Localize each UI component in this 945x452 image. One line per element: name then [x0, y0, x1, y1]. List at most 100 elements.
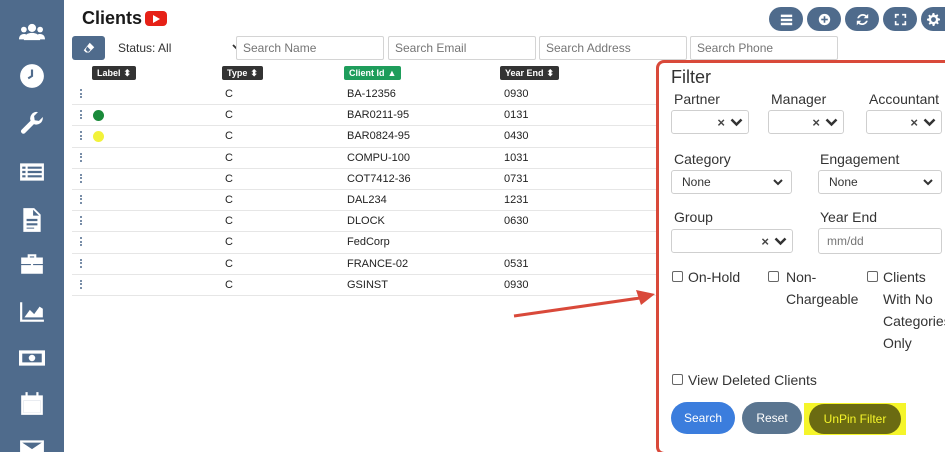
cell-client-id: GSINST — [347, 278, 388, 291]
row-menu-icon[interactable] — [80, 173, 83, 184]
cell-year-end: 1031 — [504, 151, 529, 164]
row-menu-icon[interactable] — [80, 237, 83, 247]
row-menu-icon[interactable] — [80, 131, 83, 141]
table-row[interactable]: C BAR0211-95 0131 — [72, 105, 662, 127]
document-icon — [23, 208, 41, 232]
row-menu-icon[interactable] — [80, 194, 83, 205]
youtube-play-icon[interactable] — [145, 11, 168, 26]
cell-type: C — [225, 130, 233, 143]
cell-client-id: BA-12356 — [347, 88, 396, 100]
cell-type: C — [225, 193, 233, 206]
sidebar-item-reports[interactable] — [0, 292, 64, 332]
table-row[interactable]: C BAR0824-95 0430 — [72, 126, 662, 148]
cell-client-id: BAR0824-95 — [347, 130, 410, 143]
chevron-down-icon — [773, 179, 783, 186]
table-row[interactable]: C DLOCK 0630 — [72, 211, 662, 233]
list-view-button[interactable] — [769, 7, 803, 31]
clear-icon[interactable]: × — [812, 115, 820, 130]
table-header: Label ⬍ Type ⬍ Client Id ▲ Year End ⬍ — [72, 62, 662, 84]
manager-select[interactable]: × — [768, 110, 844, 134]
chevron-down-icon — [923, 179, 933, 186]
row-menu-icon[interactable] — [80, 216, 83, 226]
filter-panel: Filter Partner Manager Accountant × × × … — [656, 60, 945, 452]
status-select[interactable]: Status: All — [112, 36, 248, 60]
cell-year-end: 1231 — [504, 193, 529, 206]
sidebar-item-calendar[interactable] — [0, 384, 64, 424]
money-icon — [19, 350, 45, 366]
chevron-down-icon — [774, 237, 787, 246]
clear-icon[interactable]: × — [761, 234, 769, 249]
sidebar-item-mail[interactable] — [0, 428, 64, 452]
cell-client-id: FedCorp — [347, 236, 390, 249]
sidebar-item-list[interactable] — [0, 152, 64, 192]
unpin-filter-button[interactable]: UnPin Filter — [809, 404, 901, 434]
table-row[interactable]: C COT7412-36 0731 — [72, 169, 662, 190]
search-name-input[interactable] — [236, 36, 384, 60]
clear-icon[interactable]: × — [910, 115, 918, 130]
table-row[interactable]: C BA-12356 0930 — [72, 84, 662, 106]
group-select[interactable]: × — [671, 229, 793, 253]
view-deleted-checkbox[interactable] — [672, 374, 683, 385]
partner-select[interactable]: × — [671, 110, 749, 134]
search-phone-input[interactable] — [690, 36, 838, 60]
list-icon — [780, 14, 792, 25]
plus-icon — [818, 13, 830, 25]
sidebar-item-tools[interactable] — [0, 104, 64, 144]
category-select[interactable]: None — [671, 170, 792, 194]
non-chargeable-label-line1: Non- — [786, 269, 817, 285]
sidebar-item-time[interactable] — [0, 56, 64, 96]
sidebar-item-engagements[interactable] — [0, 244, 64, 284]
category-select-value: None — [682, 175, 711, 189]
accountant-select[interactable]: × — [866, 110, 942, 134]
fullscreen-button[interactable] — [883, 7, 917, 31]
clear-search-button[interactable] — [72, 36, 105, 60]
cell-year-end: 0731 — [504, 172, 529, 185]
row-menu-icon[interactable] — [80, 89, 83, 99]
row-menu-icon[interactable] — [80, 258, 83, 269]
group-label: Group — [674, 209, 713, 225]
cell-type: C — [225, 172, 233, 185]
accountant-label: Accountant — [869, 91, 940, 107]
table-row[interactable]: C DAL234 1231 — [72, 190, 662, 212]
column-header-client-id[interactable]: Client Id ▲ — [344, 66, 402, 80]
year-end-input[interactable] — [818, 228, 942, 254]
users-icon — [19, 23, 45, 41]
row-menu-icon[interactable] — [80, 279, 83, 290]
engagement-select[interactable]: None — [818, 170, 942, 194]
table-row[interactable]: C FRANCE-02 0531 — [72, 254, 662, 275]
sidebar-item-documents[interactable] — [0, 200, 64, 240]
eraser-icon — [83, 42, 94, 53]
table-row[interactable]: C FedCorp — [72, 232, 662, 254]
cell-client-id: FRANCE-02 — [347, 257, 409, 270]
search-button[interactable]: Search — [671, 402, 735, 434]
on-hold-checkbox[interactable] — [672, 271, 683, 282]
column-header-label[interactable]: Label ⬍ — [92, 66, 137, 80]
column-header-type[interactable]: Type ⬍ — [222, 66, 263, 80]
search-address-input[interactable] — [539, 36, 687, 60]
table-row[interactable]: C GSINST 0930 — [72, 275, 662, 296]
sidebar-item-billing[interactable] — [0, 338, 64, 378]
settings-button[interactable] — [921, 7, 945, 31]
add-client-button[interactable] — [807, 7, 841, 31]
row-menu-icon[interactable] — [80, 110, 83, 120]
reset-button[interactable]: Reset — [742, 402, 802, 434]
briefcase-icon — [21, 254, 43, 274]
clear-icon[interactable]: × — [717, 115, 725, 130]
no-categories-checkbox[interactable] — [867, 271, 878, 282]
column-header-year-end[interactable]: Year End ⬍ — [500, 66, 560, 80]
row-menu-icon[interactable] — [80, 152, 83, 163]
sort-icon: ⬍ — [546, 67, 555, 78]
chart-icon — [20, 302, 44, 322]
clients-table: Label ⬍ Type ⬍ Client Id ▲ Year End ⬍ C BA-12… — [72, 62, 662, 296]
non-chargeable-checkbox[interactable] — [768, 271, 779, 282]
cell-year-end: 0930 — [504, 278, 529, 291]
cell-client-id: DLOCK — [347, 215, 385, 228]
search-email-input[interactable] — [388, 36, 536, 60]
refresh-button[interactable] — [845, 7, 879, 31]
app-window: Clients Status: All Search Name Search E… — [0, 0, 945, 452]
engagement-label: Engagement — [820, 151, 900, 167]
table-row[interactable]: C COMPU-100 1031 — [72, 148, 662, 169]
toolbar — [769, 7, 945, 31]
sidebar-item-clients[interactable] — [0, 12, 64, 52]
status-select-value: Status: All — [118, 41, 172, 55]
